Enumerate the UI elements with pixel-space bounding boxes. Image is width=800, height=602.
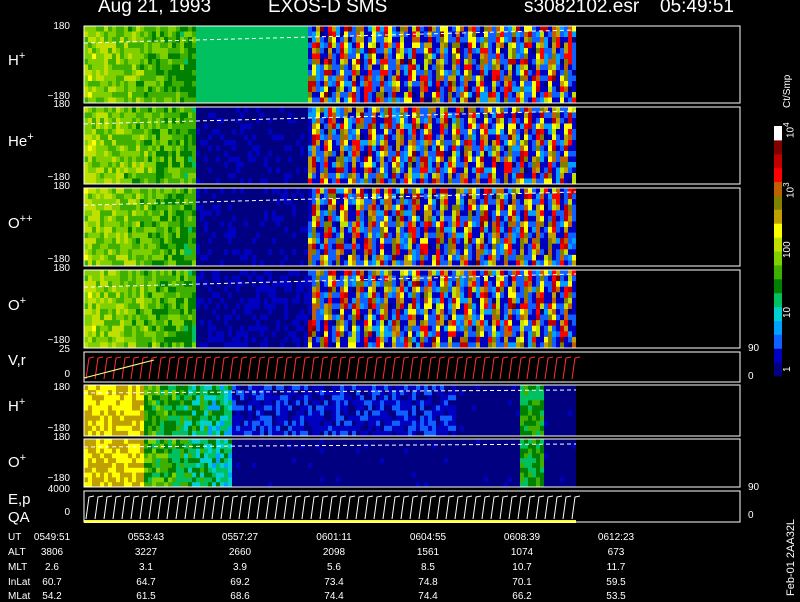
colorbar-unit: Ct/Smp (782, 75, 793, 108)
panel-oplus2 (84, 439, 740, 488)
label-o-plus-lower: O+ (8, 452, 26, 471)
tick-hplus-top: 180 (40, 21, 70, 32)
tick-vr-top: 25 (40, 344, 70, 355)
eph-cell: 2098 (304, 547, 364, 558)
panel-oplusplus (84, 188, 740, 267)
rtick-ep-bottom: 0 (748, 510, 754, 521)
panel-hplus2 (84, 385, 740, 437)
eph-cell: 2.6 (22, 562, 82, 573)
tick-heplus-top: 180 (40, 99, 70, 110)
eph-cell: 73.4 (304, 577, 364, 588)
eph-cell: 2660 (210, 547, 270, 558)
label-qa: QA (8, 509, 30, 526)
tick-oplusplus-top: 180 (40, 181, 70, 192)
tick-ep-bottom: 0 (40, 507, 70, 518)
panel-oplus (84, 270, 740, 349)
panel-ep (84, 491, 740, 523)
eph-cell: 3.9 (210, 562, 270, 573)
tick-oplus2-top: 180 (40, 432, 70, 443)
rtick-vr-bottom: 0 (748, 371, 754, 382)
eph-cell: 8.5 (398, 562, 458, 573)
eph-cell: 1074 (492, 547, 552, 558)
eph-cell: 70.1 (492, 577, 552, 588)
label-h-plus: H+ (8, 50, 25, 69)
rtick-vr-top: 90 (748, 343, 759, 354)
rtick-ep-top: 90 (748, 482, 759, 493)
eph-cell: 1561 (398, 547, 458, 558)
tick-hplus2-top: 180 (40, 382, 70, 393)
eph-cell: 0601:11 (304, 532, 364, 543)
eph-cell: 0612:23 (586, 532, 646, 543)
label-o-plus: O+ (8, 295, 26, 314)
eph-cell: 61.5 (116, 591, 176, 602)
eph-cell: 59.5 (586, 577, 646, 588)
eph-cell: 10.7 (492, 562, 552, 573)
eph-cell: 74.4 (398, 591, 458, 602)
panel-heplus (84, 107, 740, 185)
colorbar-tick-100: 100 (782, 241, 793, 258)
eph-cell: 53.5 (586, 591, 646, 602)
colorbar (774, 126, 782, 377)
eph-cell: 68.6 (210, 591, 270, 602)
label-e-p: E,p (8, 491, 31, 508)
eph-cell: 0549:51 (22, 532, 82, 543)
title-instrument: EXOS-D SMS (268, 0, 387, 18)
eph-cell: 74.8 (398, 577, 458, 588)
tick-oplus-top: 180 (40, 263, 70, 274)
title-date: Aug 21, 1993 (98, 0, 211, 18)
eph-label-ut: UT (8, 532, 21, 543)
tick-vr-bottom: 0 (40, 369, 70, 380)
panel-vr (84, 352, 740, 382)
eph-cell: 54.2 (22, 591, 82, 602)
eph-cell: 0553:43 (116, 532, 176, 543)
eph-cell: 69.2 (210, 577, 270, 588)
panel-hplus (84, 26, 740, 104)
eph-cell: 5.6 (304, 562, 364, 573)
footer-label: Feb-01 2AA32L (785, 519, 797, 596)
colorbar-tick-10: 10 (782, 307, 793, 318)
eph-cell: 0608:39 (492, 532, 552, 543)
colorbar-tick-1e3: 103 (782, 182, 796, 198)
label-h-plus-lower: H+ (8, 396, 25, 415)
eph-cell: 3806 (22, 547, 82, 558)
label-o-plusplus: O++ (8, 213, 33, 232)
colorbar-tick-1e4: 104 (782, 122, 796, 138)
eph-cell: 60.7 (22, 577, 82, 588)
eph-cell: 74.4 (304, 591, 364, 602)
eph-cell: 64.7 (116, 577, 176, 588)
spectrogram-plot (0, 0, 800, 600)
colorbar-tick-1: 1 (782, 366, 793, 372)
tick-oplus2-bottom: −180 (40, 473, 70, 484)
label-v-r: V,r (8, 352, 26, 369)
eph-cell: 3.1 (116, 562, 176, 573)
label-he-plus: He+ (8, 131, 34, 150)
spectrogram-figure: Aug 21, 1993 EXOS-D SMS s3082102.esr 05:… (0, 0, 800, 600)
tick-ep-top: 4000 (40, 484, 70, 495)
eph-cell: 0557:27 (210, 532, 270, 543)
title-file: s3082102.esr (524, 0, 639, 18)
eph-cell: 11.7 (586, 562, 646, 573)
eph-cell: 673 (586, 547, 646, 558)
eph-cell: 3227 (116, 547, 176, 558)
eph-cell: 66.2 (492, 591, 552, 602)
eph-cell: 0604:55 (398, 532, 458, 543)
title-time: 05:49:51 (660, 0, 734, 18)
